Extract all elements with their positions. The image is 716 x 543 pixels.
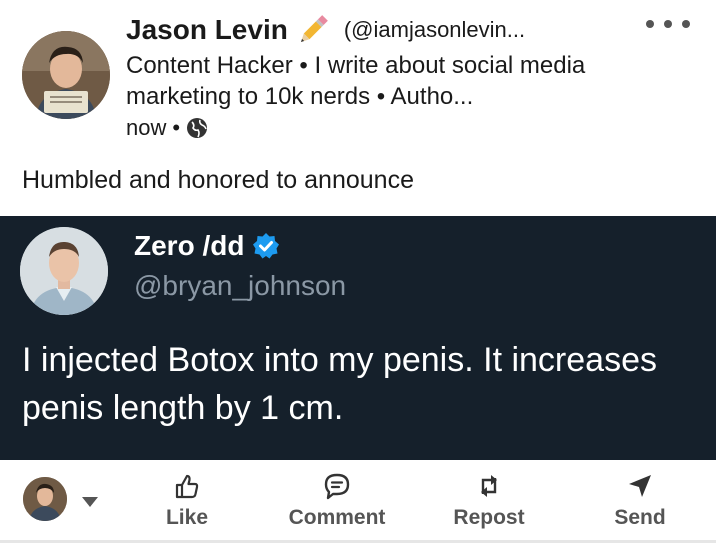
tweet-handle: @bryan_johnson bbox=[134, 270, 347, 301]
author-name[interactable]: Jason Levin bbox=[126, 14, 288, 46]
embedded-tweet[interactable]: Zero /dd @bryan_johnson I injected Botox… bbox=[0, 216, 716, 460]
reaction-avatar[interactable] bbox=[23, 477, 67, 521]
repost-icon bbox=[481, 475, 497, 497]
send-icon bbox=[629, 475, 651, 497]
post-header: Jason Levin (@iamjasonlevin... Content H… bbox=[0, 0, 716, 194]
repost-label: Repost bbox=[453, 506, 525, 529]
author-name-row: Jason Levin (@iamjasonlevin... bbox=[126, 10, 525, 50]
tweet-body: I injected Botox into my penis. It incre… bbox=[22, 341, 657, 427]
action-bar: Like Comment Repost Send bbox=[0, 460, 716, 543]
author-photo bbox=[22, 31, 110, 119]
author-headline: Content Hacker • I write about social me… bbox=[126, 52, 586, 110]
tweet-author-photo bbox=[20, 227, 108, 315]
chevron-down-icon[interactable] bbox=[82, 494, 98, 507]
tweet-avatar[interactable] bbox=[20, 227, 108, 315]
post-time: now bbox=[126, 115, 167, 140]
like-label: Like bbox=[165, 506, 209, 529]
tweet-name-row: Zero /dd bbox=[134, 230, 280, 262]
author-handle: (@iamjasonlevin... bbox=[343, 17, 526, 42]
tweet-author-name[interactable]: Zero /dd bbox=[134, 230, 244, 262]
comment-label: Comment bbox=[288, 506, 386, 529]
like-button[interactable]: Like bbox=[158, 472, 216, 530]
reaction-avatar-photo bbox=[23, 477, 67, 521]
repost-button[interactable]: Repost bbox=[448, 472, 530, 530]
send-button[interactable]: Send bbox=[610, 472, 670, 530]
comment-button[interactable]: Comment bbox=[282, 472, 392, 530]
post-text: Humbled and honored to announce bbox=[22, 166, 414, 194]
more-options-icon[interactable] bbox=[642, 14, 694, 34]
verified-badge-icon bbox=[252, 232, 280, 260]
meta-separator: • bbox=[172, 115, 181, 140]
author-avatar[interactable] bbox=[22, 31, 110, 119]
post-meta: now • bbox=[126, 114, 208, 142]
comment-icon bbox=[324, 473, 350, 500]
globe-icon bbox=[186, 117, 208, 139]
pencil-icon bbox=[294, 11, 332, 49]
send-label: Send bbox=[614, 506, 666, 529]
thumbs-up-icon bbox=[175, 474, 199, 499]
